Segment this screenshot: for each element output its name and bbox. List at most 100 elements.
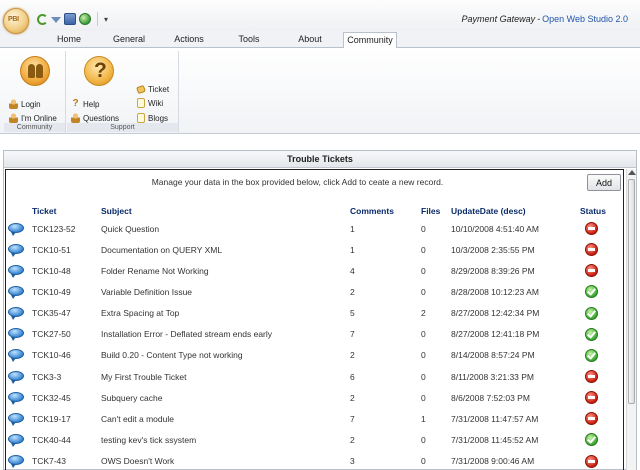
row-icon-cell bbox=[6, 408, 32, 429]
application-orb-button[interactable]: PBI bbox=[3, 8, 29, 34]
ticket-cell[interactable]: TCK32-45 bbox=[32, 387, 101, 408]
customize-toolbar-dropdown[interactable]: ▾ bbox=[104, 15, 108, 24]
comment-bubble-icon[interactable] bbox=[8, 433, 24, 447]
update-date-cell: 8/6/2008 7:52:03 PM bbox=[451, 392, 530, 403]
add-button[interactable]: Add bbox=[587, 174, 621, 191]
table-row[interactable]: TCK27-50 Installation Error - Deflated st… bbox=[6, 324, 623, 345]
product-link[interactable]: Open Web Studio 2.0 bbox=[542, 14, 628, 24]
tab-actions[interactable]: Actions bbox=[166, 32, 212, 48]
comment-bubble-icon[interactable] bbox=[8, 370, 24, 384]
ticket-cell[interactable]: TCK10-51 bbox=[32, 239, 101, 260]
status-closed-icon bbox=[585, 243, 598, 257]
status-column-header[interactable]: Status bbox=[580, 204, 623, 218]
table-row[interactable]: TCK10-49 Variable Definition Issue 2 0 8/28/… bbox=[6, 281, 623, 302]
ticket-cell[interactable]: TCK3-3 bbox=[32, 366, 101, 387]
status-closed-icon bbox=[585, 370, 598, 384]
ticket-cell[interactable]: TCK10-48 bbox=[32, 260, 101, 281]
ticket-cell[interactable]: TCK40-44 bbox=[32, 429, 101, 450]
toolbar-separator bbox=[97, 12, 98, 26]
table-row[interactable]: TCK32-45 Subquery cache 2 0 8/6/2008 7:52:03… bbox=[6, 387, 623, 408]
globe-icon[interactable] bbox=[79, 13, 91, 25]
comment-bubble-icon[interactable] bbox=[8, 455, 24, 469]
update-date-cell: 8/29/2008 8:39:26 PM bbox=[451, 265, 535, 276]
comment-bubble-icon[interactable] bbox=[8, 222, 24, 236]
table-row[interactable]: TCK123-52 Quick Question 1 0 10/10/2008 4:51… bbox=[6, 218, 623, 239]
support-question-icon[interactable]: ? bbox=[84, 56, 114, 86]
community-group: Login I'm Online Community bbox=[4, 51, 66, 134]
ticket-cell[interactable]: TCK10-49 bbox=[32, 281, 101, 302]
table-row[interactable]: TCK3-3 My First Trouble Ticket 6 0 8/11/2008… bbox=[6, 366, 623, 387]
comment-bubble-icon[interactable] bbox=[8, 285, 24, 299]
comment-bubble-icon[interactable] bbox=[8, 349, 24, 363]
table-row[interactable]: TCK10-46 Build 0.20 - Content Type not wo… bbox=[6, 345, 623, 366]
table-row[interactable]: TCK10-51 Documentation on QUERY XML 1 0 10/3… bbox=[6, 239, 623, 260]
row-icon-cell bbox=[6, 239, 32, 260]
comment-bubble-icon[interactable] bbox=[8, 307, 24, 321]
table-row[interactable]: TCK7-43 OWS Doesn't Work 3 0 7/31/2008 9:00:… bbox=[6, 451, 623, 470]
updatedate-column-header[interactable]: UpdateDate (desc) bbox=[451, 204, 580, 218]
app-name: Payment Gateway bbox=[461, 14, 536, 24]
refresh-icon[interactable] bbox=[37, 13, 48, 25]
login-item[interactable]: Login bbox=[9, 98, 41, 110]
files-column-header[interactable]: Files bbox=[421, 204, 451, 218]
table-row[interactable]: TCK40-44 testing kev's tick ssystem 2 0 7/31… bbox=[6, 429, 623, 450]
tab-community[interactable]: Community bbox=[343, 32, 397, 49]
status-cell bbox=[580, 218, 623, 239]
comments-cell: 4 bbox=[350, 265, 355, 276]
status-closed-icon bbox=[585, 454, 598, 468]
status-cell bbox=[580, 303, 623, 324]
table-row[interactable]: TCK35-47 Extra Spacing at Top 5 2 8/27/2008 … bbox=[6, 303, 623, 324]
status-open-check-icon bbox=[585, 348, 598, 362]
status-cell bbox=[580, 281, 623, 302]
comment-bubble-icon[interactable] bbox=[8, 412, 24, 426]
ticket-item[interactable]: Ticket bbox=[136, 83, 169, 95]
tab-home[interactable]: Home bbox=[47, 32, 91, 48]
subject-column-header[interactable]: Subject bbox=[101, 204, 350, 218]
status-cell bbox=[580, 324, 623, 345]
tab-general[interactable]: General bbox=[106, 32, 152, 48]
files-cell: 0 bbox=[421, 244, 426, 255]
wiki-item[interactable]: Wiki bbox=[137, 97, 163, 109]
ticket-cell[interactable]: TCK123-52 bbox=[32, 218, 101, 239]
ticket-cell[interactable]: TCK19-17 bbox=[32, 408, 101, 429]
comment-bubble-icon[interactable] bbox=[8, 328, 24, 342]
comments-column-header[interactable]: Comments bbox=[350, 204, 421, 218]
vertical-scrollbar[interactable] bbox=[626, 169, 636, 470]
comment-bubble-icon[interactable] bbox=[8, 243, 24, 257]
files-cell: 0 bbox=[421, 350, 426, 361]
update-date-cell: 8/27/2008 12:42:34 PM bbox=[451, 308, 540, 319]
subject-cell: My First Trouble Ticket bbox=[101, 371, 187, 382]
files-cell: 1 bbox=[421, 413, 426, 424]
tab-tools[interactable]: Tools bbox=[229, 32, 269, 48]
comment-bubble-icon[interactable] bbox=[8, 264, 24, 278]
save-icon[interactable] bbox=[64, 13, 76, 25]
scrollbar-thumb[interactable] bbox=[628, 179, 635, 404]
help-icon: ? bbox=[72, 98, 79, 109]
scroll-up-arrow-icon[interactable] bbox=[628, 170, 636, 175]
ticket-column-header[interactable]: Ticket bbox=[32, 204, 101, 218]
community-people-icon[interactable] bbox=[20, 56, 50, 86]
ticket-cell[interactable]: TCK10-46 bbox=[32, 345, 101, 366]
comments-cell: 2 bbox=[350, 286, 355, 297]
row-icon-cell bbox=[6, 366, 32, 387]
update-date-cell: 8/11/2008 3:21:33 PM bbox=[451, 371, 535, 382]
table-row[interactable]: TCK10-48 Folder Rename Not Working 4 0 8/29/… bbox=[6, 260, 623, 281]
ticket-cell[interactable]: TCK35-47 bbox=[32, 303, 101, 324]
trouble-tickets-panel: Trouble Tickets Manage your data in the … bbox=[3, 150, 637, 470]
comment-bubble-icon[interactable] bbox=[8, 391, 24, 405]
status-cell bbox=[580, 408, 623, 429]
ticket-cell[interactable]: TCK27-50 bbox=[32, 324, 101, 345]
table-row[interactable]: TCK19-17 Can't edit a module 7 1 7/31/2008 1… bbox=[6, 408, 623, 429]
status-cell bbox=[580, 345, 623, 366]
dropdown-arrow-icon[interactable] bbox=[51, 17, 61, 23]
status-closed-icon bbox=[585, 391, 598, 405]
subject-cell: Subquery cache bbox=[101, 392, 163, 403]
comments-cell: 1 bbox=[350, 223, 355, 234]
status-cell bbox=[580, 260, 623, 281]
ticket-cell[interactable]: TCK7-43 bbox=[32, 451, 101, 470]
tab-about[interactable]: About bbox=[290, 32, 330, 48]
update-date-cell: 10/3/2008 2:35:55 PM bbox=[451, 244, 535, 255]
help-item[interactable]: ? Help bbox=[71, 98, 99, 110]
status-cell bbox=[580, 387, 623, 408]
comments-cell: 2 bbox=[350, 350, 355, 361]
